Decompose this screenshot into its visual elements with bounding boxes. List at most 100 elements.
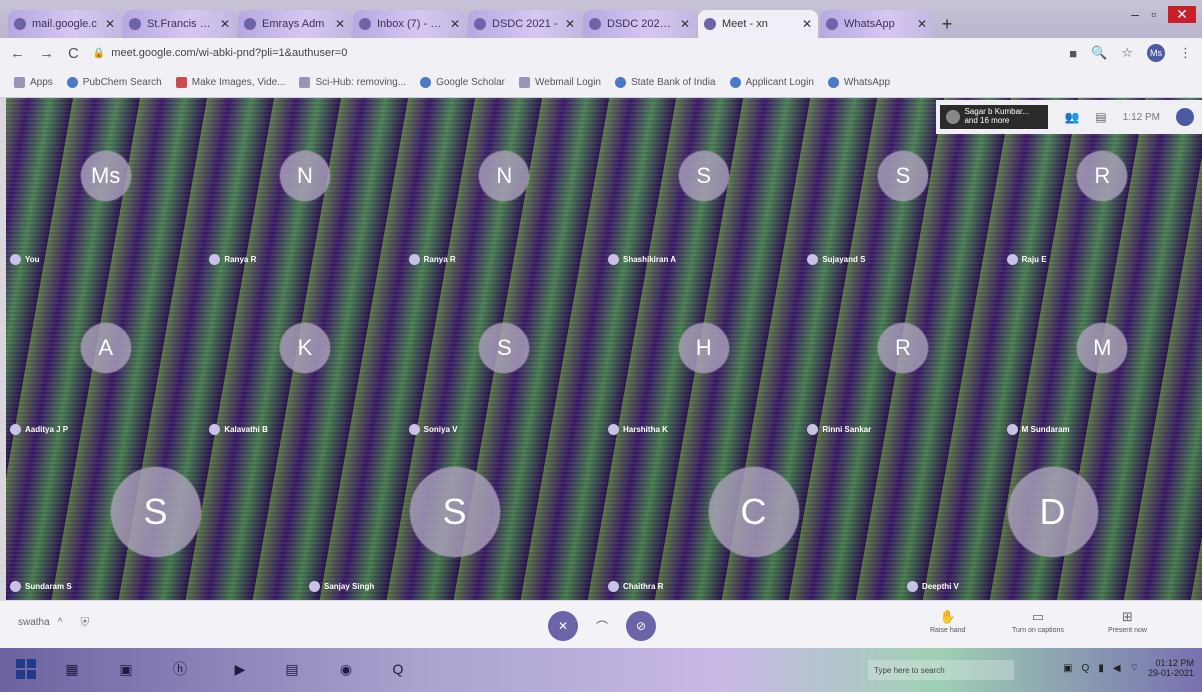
back-icon[interactable]: ← — [10, 45, 25, 62]
avatar — [946, 110, 961, 124]
tab-title: St.Francis de S — [147, 18, 216, 30]
forward-icon[interactable]: → — [39, 45, 54, 62]
bookmark-item[interactable]: PubChem Search — [66, 77, 162, 88]
tab-close-icon[interactable]: ✕ — [450, 17, 460, 31]
participant-tile[interactable]: K Kalavathi B — [205, 273, 404, 443]
star-bookmark-icon[interactable]: ☆ — [1121, 45, 1133, 61]
participant-tile[interactable]: R Rinni Sankar — [803, 273, 1002, 443]
volume-icon[interactable]: ◀ — [1113, 663, 1121, 674]
hand-icon: ✋ — [939, 609, 956, 624]
url-field[interactable]: meet.google.com/wi-abki-pnd?pli=1&authus… — [111, 47, 1069, 59]
profile-avatar[interactable]: Ms — [1147, 44, 1165, 62]
participant-tile[interactable]: N Ranya R — [205, 98, 404, 273]
tab-close-icon[interactable]: ✕ — [565, 17, 575, 31]
mic-off-button[interactable]: ✕ — [548, 611, 578, 641]
participant-tile[interactable]: H Harshitha K — [604, 273, 803, 443]
tab-close-icon[interactable]: ✕ — [917, 17, 927, 31]
browser-tab-6[interactable]: Meet - xn ✕ — [698, 10, 818, 38]
menu-kebab-icon[interactable]: ⋮ — [1179, 45, 1192, 61]
store-icon[interactable]: ▣ — [112, 655, 140, 683]
reload-icon[interactable]: C — [68, 45, 79, 62]
bookmark-item[interactable]: WhatsApp — [827, 77, 890, 88]
present-now-button[interactable]: ⊞ Present now — [1108, 609, 1147, 634]
q-tray-icon[interactable]: Q — [1082, 663, 1090, 674]
maximize-icon[interactable]: ▫ — [1151, 6, 1156, 23]
participant-tile[interactable]: D Deepthi V — [903, 443, 1202, 600]
participant-tile[interactable]: M M Sundaram — [1003, 273, 1202, 443]
browser-tab-4[interactable]: DSDC 2021 - ✕ — [468, 10, 581, 38]
browser-tab-0[interactable]: mail.google.c ✕ — [8, 10, 121, 38]
hp-icon[interactable]: ⓗ — [166, 655, 194, 683]
bookmark-label: Applicant Login — [745, 77, 814, 88]
participant-tile[interactable]: A Aaditya J P — [6, 273, 205, 443]
minimize-icon[interactable]: – — [1131, 6, 1139, 23]
zoom-icon[interactable]: 🔍 — [1091, 45, 1107, 61]
participant-tile[interactable]: S Sanjay Singh — [305, 443, 604, 600]
meet-control-bar: swatha ^ ⛨ ✕ ⌒ ⊘ ✋ Raise hand ▭ Turn on … — [0, 600, 1202, 648]
browser-tab-3[interactable]: Inbox (7) - swa ✕ — [353, 10, 466, 38]
tab-close-icon[interactable]: ✕ — [220, 17, 230, 31]
app-q-icon[interactable]: Q — [384, 655, 412, 683]
browser-tab-2[interactable]: Emrays Adm ✕ — [238, 10, 351, 38]
network-icon[interactable]: ▮ — [1098, 663, 1104, 674]
tab-close-icon[interactable]: ✕ — [802, 17, 812, 31]
media-app-icon[interactable]: ▤ — [278, 655, 306, 683]
new-tab-button[interactable]: + — [935, 10, 959, 38]
bookmark-icon — [519, 77, 531, 88]
browser-tab-5[interactable]: DSDC 2021_V ✕ — [583, 10, 696, 38]
shield-icon[interactable]: ⛨ — [80, 615, 89, 630]
bookmark-item[interactable]: State Bank of India — [614, 77, 716, 88]
participant-tile[interactable]: S Soniya V — [405, 273, 604, 443]
bookmark-item[interactable]: Webmail Login — [519, 77, 601, 88]
participant-tile[interactable]: C Chaithra R — [604, 443, 903, 600]
captions-button[interactable]: ▭ Turn on captions — [1012, 609, 1064, 634]
bookmark-item[interactable]: Google Scholar — [420, 77, 505, 88]
participant-tile[interactable]: N Ranya R — [405, 98, 604, 273]
participant-avatar: S — [678, 150, 729, 201]
bookmark-item[interactable]: Sci-Hub: removing... — [299, 77, 406, 88]
participant-nameplate: Ranya R — [209, 254, 256, 265]
taskbar-clock[interactable]: 01:12 PM 29-01-2021 — [1148, 658, 1194, 679]
participant-nameplate: Rinni Sankar — [807, 424, 871, 435]
lock-icon[interactable]: 🔒 — [93, 48, 105, 59]
wifi-icon[interactable]: ⌔ — [1130, 662, 1139, 675]
participant-name: Kalavathi B — [224, 425, 268, 434]
video-app-icon[interactable]: ▶ — [226, 655, 254, 683]
participant-name: You — [25, 255, 40, 264]
participant-avatar: R — [877, 323, 928, 373]
participant-nameplate: Shashikiran A — [608, 254, 676, 265]
participant-name: Ranya R — [224, 255, 257, 264]
raise-hand-button[interactable]: ✋ Raise hand — [930, 609, 965, 634]
chat-icon[interactable]: ▤ — [1095, 110, 1106, 124]
camera-indicator-icon[interactable]: ■ — [1069, 46, 1077, 61]
taskbar-search[interactable]: Type here to search — [868, 660, 1014, 680]
browser-tab-1[interactable]: St.Francis de S ✕ — [123, 10, 236, 38]
tab-close-icon[interactable]: ✕ — [680, 17, 690, 31]
participant-tile[interactable]: S Shashikiran A — [604, 98, 803, 273]
file-explorer-icon[interactable]: ▦ — [58, 655, 86, 683]
bookmark-item[interactable]: Make Images, Vide... — [175, 77, 285, 88]
chrome-icon[interactable]: ◉ — [332, 655, 360, 683]
tab-title: DSDC 2021 - — [492, 18, 558, 30]
app-tray-icon[interactable]: ▣ — [1063, 663, 1072, 674]
tab-close-icon[interactable]: ✕ — [335, 17, 345, 31]
browser-tab-7[interactable]: WhatsApp ✕ — [820, 10, 933, 38]
join-notification: Sagar b Kumbar... and 16 more — [940, 105, 1049, 129]
meet-clock: 1:12 PM — [1122, 111, 1160, 123]
meeting-details[interactable]: swatha ^ ⛨ — [18, 615, 89, 630]
participant-tile[interactable]: Ms You — [6, 98, 205, 273]
self-avatar-icon[interactable] — [1176, 108, 1194, 126]
extensions-area: ■ 🔍 ☆ Ms ⋮ — [1069, 44, 1192, 62]
start-button[interactable] — [12, 655, 40, 683]
close-window-icon[interactable]: ✕ — [1168, 6, 1196, 23]
chevron-up-icon[interactable]: ^ — [58, 617, 63, 628]
bookmark-item[interactable]: Applicant Login — [729, 77, 814, 88]
bookmark-item[interactable]: Apps — [14, 77, 53, 88]
tab-title: mail.google.c — [32, 18, 97, 30]
mic-muted-icon — [10, 581, 21, 592]
hang-up-button[interactable]: ⌒ — [592, 611, 612, 641]
tab-close-icon[interactable]: ✕ — [105, 17, 115, 31]
participant-tile[interactable]: S Sundaram S — [6, 443, 305, 600]
people-icon[interactable]: 👥 — [1064, 110, 1079, 124]
camera-off-button[interactable]: ⊘ — [626, 611, 656, 641]
